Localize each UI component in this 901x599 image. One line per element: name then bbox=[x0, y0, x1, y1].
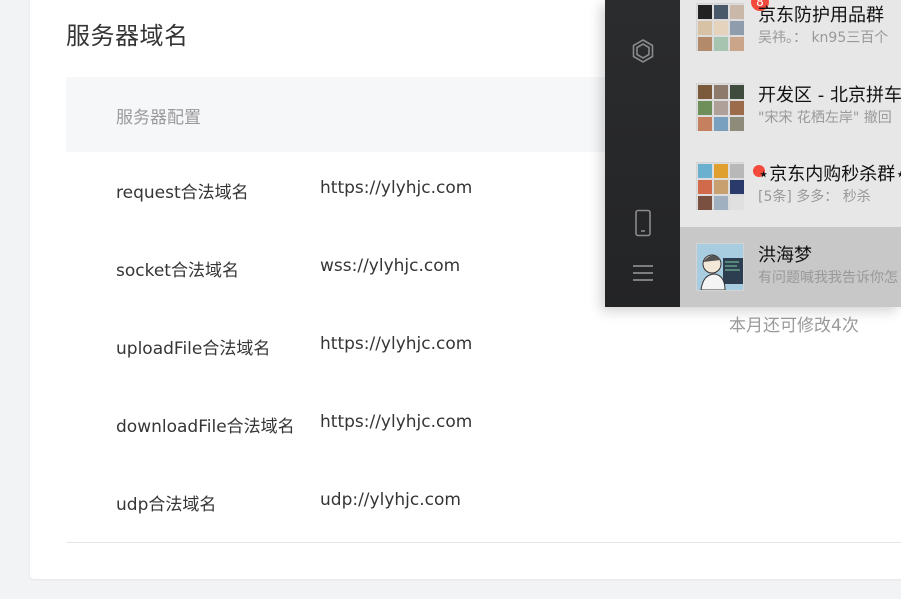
group-avatar: 8 bbox=[696, 0, 769, 51]
mini-program-icon[interactable] bbox=[629, 37, 657, 65]
row-key: downloadFile合法域名 bbox=[116, 417, 295, 437]
chat-preview: 有问题喊我我告诉你怎 bbox=[758, 270, 898, 286]
row-key: socket合法域名 bbox=[116, 261, 239, 281]
table-row: udp合法域名 udp://ylyhjc.com bbox=[66, 464, 901, 542]
row-value: wss://ylyhjc.com bbox=[320, 256, 461, 276]
table-row: downloadFile合法域名 https://ylyhjc.com bbox=[66, 386, 901, 464]
phone-icon[interactable] bbox=[629, 209, 657, 237]
group-avatar bbox=[696, 162, 765, 210]
table-divider bbox=[66, 542, 901, 543]
menu-icon[interactable] bbox=[629, 259, 657, 287]
chat-name: 京东防护用品群 bbox=[758, 5, 884, 26]
row-key: uploadFile合法域名 bbox=[116, 339, 271, 359]
row-value: https://ylyhjc.com bbox=[320, 178, 473, 198]
chat-name: ⋆京东内购秒杀群⋆ bbox=[758, 164, 901, 185]
chat-list-item[interactable]: 洪海梦 有问题喊我我告诉你怎 bbox=[680, 227, 901, 307]
user-avatar bbox=[696, 243, 744, 291]
chat-preview: [5条] 多多： 秒杀 bbox=[758, 189, 871, 205]
chat-list-item[interactable]: 开发区 - 北京拼车 "宋宋 花栖左岸" 撤回 bbox=[680, 67, 901, 146]
row-value: https://ylyhjc.com bbox=[320, 334, 473, 354]
chat-sidebar-rail bbox=[605, 0, 680, 307]
group-avatar bbox=[696, 83, 744, 131]
row-value: udp://ylyhjc.com bbox=[320, 490, 461, 510]
chat-popup: 8 京东防护用品群 吴祎。： kn95三百个 开发区 - 北京拼车 "宋宋 花栖… bbox=[605, 0, 901, 307]
chat-list-item[interactable]: 8 京东防护用品群 吴祎。： kn95三百个 bbox=[680, 0, 901, 66]
row-value: https://ylyhjc.com bbox=[320, 412, 473, 432]
chat-name: 洪海梦 bbox=[758, 245, 812, 266]
section-title: 服务器域名 bbox=[66, 22, 189, 50]
chat-preview: "宋宋 花栖左岸" 撤回 bbox=[758, 110, 892, 126]
modify-quota-text: 本月还可修改4次 bbox=[729, 316, 859, 336]
chat-name: 开发区 - 北京拼车 bbox=[758, 85, 901, 106]
chat-preview: 吴祎。： kn95三百个 bbox=[758, 30, 889, 46]
chat-list-item[interactable]: ⋆京东内购秒杀群⋆ [5条] 多多： 秒杀 bbox=[680, 146, 901, 225]
row-key: request合法域名 bbox=[116, 183, 249, 203]
row-key: udp合法域名 bbox=[116, 495, 217, 515]
chat-list: 8 京东防护用品群 吴祎。： kn95三百个 开发区 - 北京拼车 "宋宋 花栖… bbox=[680, 0, 901, 307]
table-header-label: 服务器配置 bbox=[116, 108, 201, 128]
